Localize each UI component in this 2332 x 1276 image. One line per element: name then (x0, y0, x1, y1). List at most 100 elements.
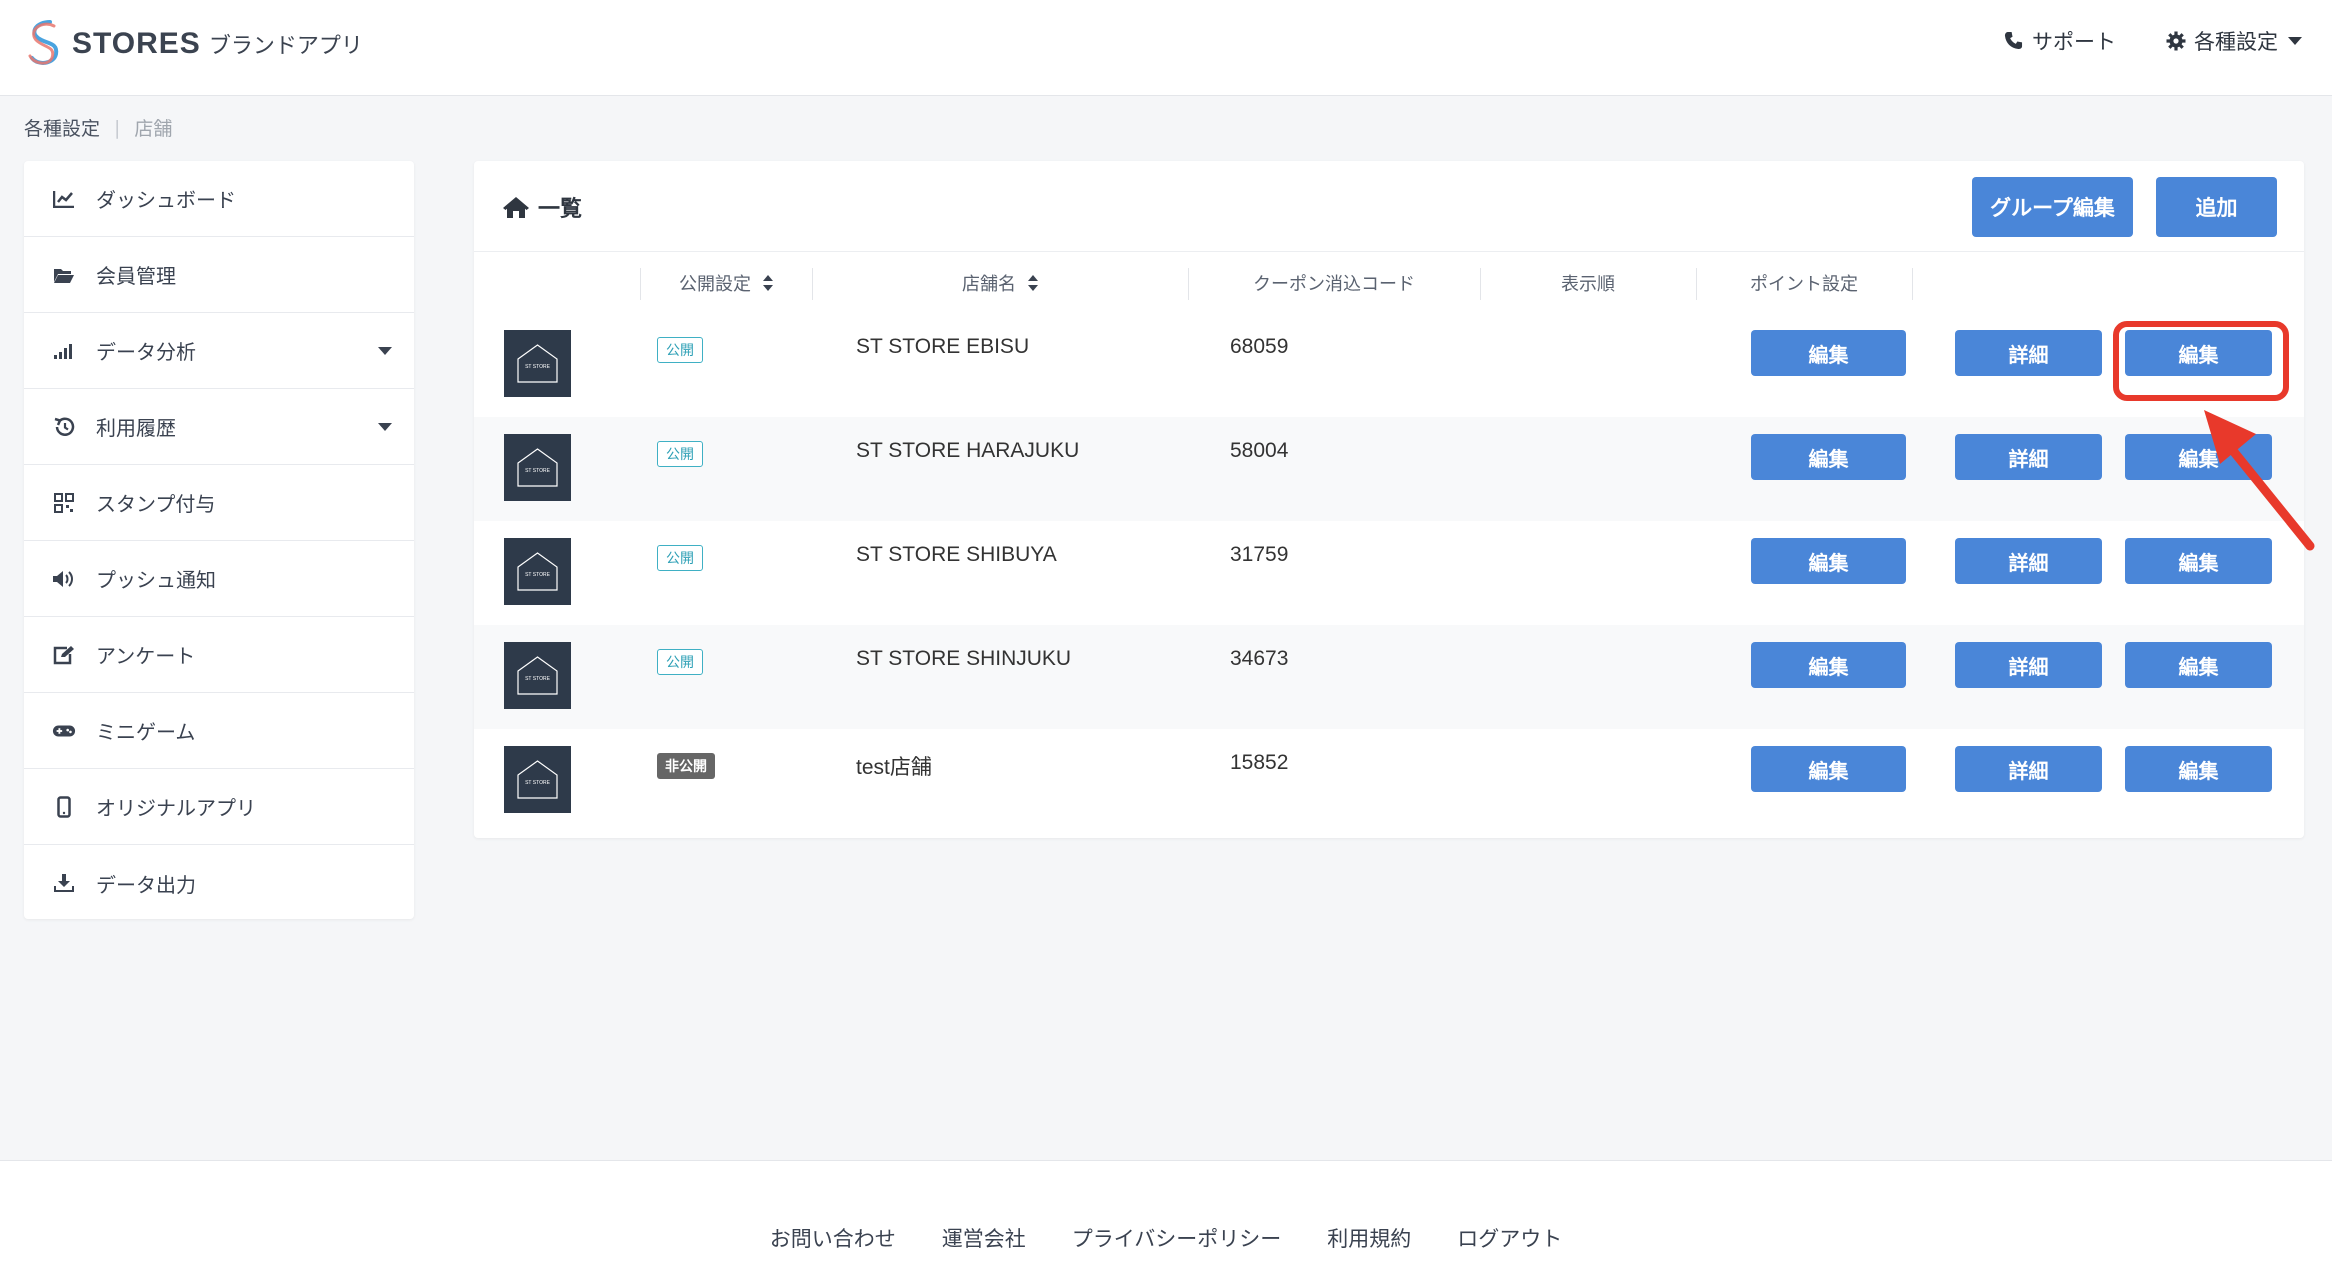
sidebar-item-label: 利用履歴 (96, 416, 176, 440)
column-header-label: クーポン消込コード (1253, 274, 1415, 295)
footer-link-contact[interactable]: お問い合わせ (770, 1223, 896, 1253)
footer-link-privacy[interactable]: プライバシーポリシー (1072, 1223, 1282, 1253)
footer: お問い合わせ 運営会社 プライバシーポリシー 利用規約 ログアウト (0, 1160, 2332, 1276)
group-edit-button[interactable]: グループ編集 (1972, 177, 2133, 237)
status-badge: 公開 (657, 337, 703, 363)
point-edit-button[interactable]: 編集 (1751, 538, 1906, 584)
chevron-down-icon (2288, 37, 2302, 45)
column-header-store-name[interactable]: 店舗名 (812, 252, 1188, 314)
sidebar-item-history[interactable]: 利用履歴 (24, 389, 414, 465)
sort-icon[interactable] (1028, 275, 1038, 291)
svg-text:ST STORE: ST STORE (525, 468, 550, 474)
footer-links: お問い合わせ 運営会社 プライバシーポリシー 利用規約 ログアウト (0, 1223, 2332, 1253)
detail-button[interactable]: 詳細 (1955, 746, 2102, 792)
store-name: ST STORE EBISU (856, 335, 1030, 358)
sidebar-item-stamp[interactable]: スタンプ付与 (24, 465, 414, 541)
footer-link-logout[interactable]: ログアウト (1457, 1223, 1562, 1253)
footer-link-company[interactable]: 運営会社 (942, 1223, 1026, 1253)
status-badge: 公開 (657, 441, 703, 467)
column-header-coupon-code: クーポン消込コード (1188, 252, 1480, 314)
store-thumbnail: ST STORE (504, 746, 571, 813)
chevron-down-icon (378, 423, 392, 431)
sidebar-item-original-app[interactable]: オリジナルアプリ (24, 769, 414, 845)
breadcrumb-separator: | (114, 116, 121, 139)
store-name: ST STORE HARAJUKU (856, 439, 1080, 462)
settings-dropdown[interactable]: 各種設定 (2166, 26, 2302, 56)
pointer-arrow-icon (2204, 410, 2315, 551)
phone-icon (2004, 31, 2023, 50)
table-row: ST STORE 公開 ST STORE SHINJUKU 34673 編集 詳… (474, 625, 2304, 729)
breadcrumb-parent[interactable]: 各種設定 (24, 114, 100, 141)
column-header-point-settings: ポイント設定 (1696, 252, 1912, 314)
sidebar-item-push[interactable]: プッシュ通知 (24, 541, 414, 617)
edit-button[interactable]: 編集 (2125, 642, 2272, 688)
point-edit-button[interactable]: 編集 (1751, 434, 1906, 480)
status-badge: 公開 (657, 545, 703, 571)
sidebar-item-label: アンケート (96, 644, 196, 668)
panel-title: 一覧 (502, 191, 582, 223)
point-edit-button[interactable]: 編集 (1751, 330, 1906, 376)
home-icon (503, 197, 529, 218)
support-link[interactable]: サポート (2004, 26, 2116, 56)
download-icon (52, 871, 76, 895)
sidebar-item-label: スタンプ付与 (96, 492, 216, 516)
detail-button[interactable]: 詳細 (1955, 330, 2102, 376)
sidebar-item-export[interactable]: データ出力 (24, 845, 414, 921)
point-edit-button[interactable]: 編集 (1751, 746, 1906, 792)
point-edit-button[interactable]: 編集 (1751, 642, 1906, 688)
detail-button[interactable]: 詳細 (1955, 434, 2102, 480)
mobile-icon (52, 795, 76, 819)
sidebar-item-members[interactable]: 会員管理 (24, 237, 414, 313)
sidebar-item-label: ダッシュボード (96, 188, 236, 212)
store-thumbnail: ST STORE (504, 330, 571, 397)
sidebar-item-survey[interactable]: アンケート (24, 617, 414, 693)
signal-bars-icon (52, 339, 76, 363)
column-header-public[interactable]: 公開設定 (640, 252, 812, 314)
volume-icon (52, 567, 76, 591)
history-icon (52, 415, 76, 439)
sort-icon[interactable] (763, 275, 773, 291)
edit-button[interactable]: 編集 (2125, 746, 2272, 792)
gamepad-icon (52, 719, 76, 743)
status-badge: 非公開 (657, 753, 715, 779)
sidebar-item-label: オリジナルアプリ (96, 796, 256, 820)
sidebar-item-label: データ分析 (96, 340, 196, 364)
detail-button[interactable]: 詳細 (1955, 642, 2102, 688)
table-row: ST STORE 非公開 test店舗 15852 編集 詳細 編集 (474, 729, 2304, 833)
breadcrumb-current: 店舗 (134, 118, 173, 140)
table-header: 公開設定 店舗名 クーポン消込コード 表示順 ポイント設定 (474, 251, 2304, 313)
brand-subtitle: ブランドアプリ (208, 34, 363, 59)
settings-label: 各種設定 (2194, 30, 2278, 54)
column-header-label: 店舗名 (962, 274, 1016, 295)
chevron-down-icon (378, 347, 392, 355)
store-name: ST STORE SHINJUKU (856, 647, 1072, 670)
brand-logo[interactable]: STORES ブランドアプリ (22, 16, 363, 72)
status-badge: 公開 (657, 649, 703, 675)
breadcrumb: 各種設定 | 店舗 (24, 114, 172, 141)
store-list-panel: 一覧 グループ編集 追加 公開設定 店舗名 クーポン消込コード 表示順 ポイント… (474, 161, 2304, 838)
sidebar-item-dashboard[interactable]: ダッシュボード (24, 161, 414, 237)
coupon-code: 34673 (1230, 647, 1289, 670)
edit-icon (52, 643, 76, 667)
store-thumbnail: ST STORE (504, 434, 571, 501)
highlight-box (2113, 321, 2289, 401)
column-divider (1912, 268, 1913, 300)
footer-link-terms[interactable]: 利用規約 (1327, 1223, 1411, 1253)
svg-text:ST STORE: ST STORE (525, 780, 550, 786)
detail-button[interactable]: 詳細 (1955, 538, 2102, 584)
folder-open-icon (52, 263, 76, 287)
add-button[interactable]: 追加 (2156, 177, 2277, 237)
qrcode-icon (52, 491, 76, 515)
sidebar-item-analytics[interactable]: データ分析 (24, 313, 414, 389)
coupon-code: 15852 (1230, 751, 1289, 774)
sidebar-item-minigame[interactable]: ミニゲーム (24, 693, 414, 769)
column-header-label: ポイント設定 (1750, 274, 1858, 295)
svg-text:ST STORE: ST STORE (525, 676, 550, 682)
svg-text:ST STORE: ST STORE (525, 364, 550, 370)
column-header-label: 公開設定 (679, 274, 751, 295)
sidebar: ダッシュボード 会員管理 データ分析 利用履歴 スタンプ付与 プッシュ通知 アン… (24, 161, 414, 919)
store-thumbnail: ST STORE (504, 642, 571, 709)
table-row: ST STORE 公開 ST STORE HARAJUKU 58004 編集 詳… (474, 417, 2304, 521)
store-name: test店舗 (856, 756, 932, 779)
panel-title-text: 一覧 (538, 197, 583, 222)
